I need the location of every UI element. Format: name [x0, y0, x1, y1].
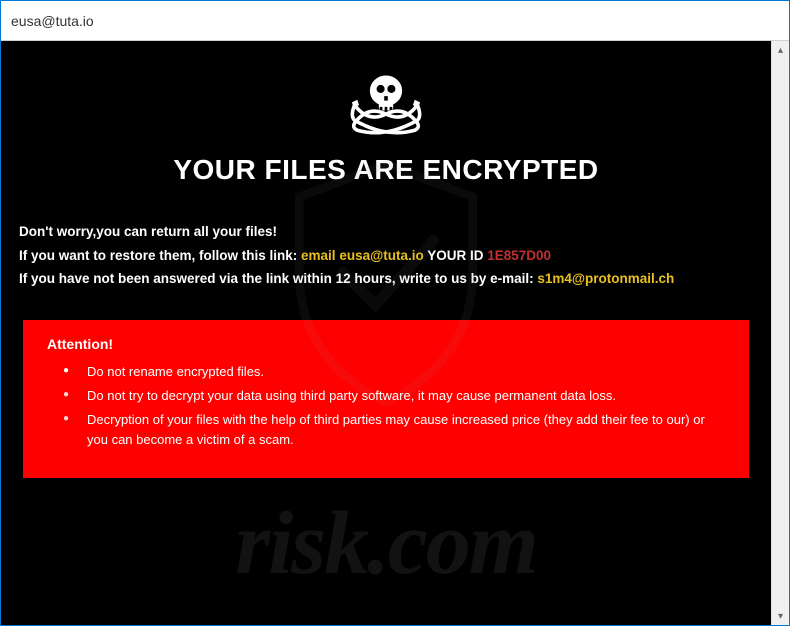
email-label: email [301, 248, 339, 263]
attention-item: Do not try to decrypt your data using th… [87, 386, 725, 406]
attention-title: Attention! [47, 336, 725, 352]
scroll-up-arrow-icon[interactable]: ▴ [772, 41, 789, 59]
scroll-down-arrow-icon[interactable]: ▾ [772, 607, 789, 625]
intro-line3-prefix: If you have not been answered via the li… [19, 271, 537, 286]
main-heading: YOUR FILES ARE ENCRYPTED [19, 154, 753, 186]
intro-text: Don't worry,you can return all your file… [19, 221, 753, 290]
intro-line2-prefix: If you want to restore them, follow this… [19, 248, 301, 263]
content-area: YOUR FILES ARE ENCRYPTED Don't worry,you… [1, 41, 771, 625]
vertical-scrollbar[interactable]: ▴ ▾ [771, 41, 789, 625]
attention-list: Do not rename encrypted files. Do not tr… [47, 362, 725, 451]
ransom-window: eusa@tuta.io [1, 1, 789, 625]
titlebar[interactable]: eusa@tuta.io [1, 1, 789, 41]
attention-item: Decryption of your files with the help o… [87, 410, 725, 450]
skull-crossbones-icon [19, 71, 753, 146]
intro-line-2: If you want to restore them, follow this… [19, 245, 753, 267]
watermark-text: risk.com [235, 492, 537, 595]
attention-item: Do not rename encrypted files. [87, 362, 725, 382]
window-title: eusa@tuta.io [11, 13, 94, 29]
intro-line-1: Don't worry,you can return all your file… [19, 221, 753, 243]
secondary-email: s1m4@protonmail.ch [537, 271, 674, 286]
content-wrapper: YOUR FILES ARE ENCRYPTED Don't worry,you… [1, 41, 789, 625]
user-id: 1E857D00 [487, 248, 551, 263]
id-label: YOUR ID [424, 248, 488, 263]
attention-box: Attention! Do not rename encrypted files… [23, 320, 749, 479]
primary-email: eusa@tuta.io [339, 248, 423, 263]
intro-line-3: If you have not been answered via the li… [19, 268, 753, 290]
